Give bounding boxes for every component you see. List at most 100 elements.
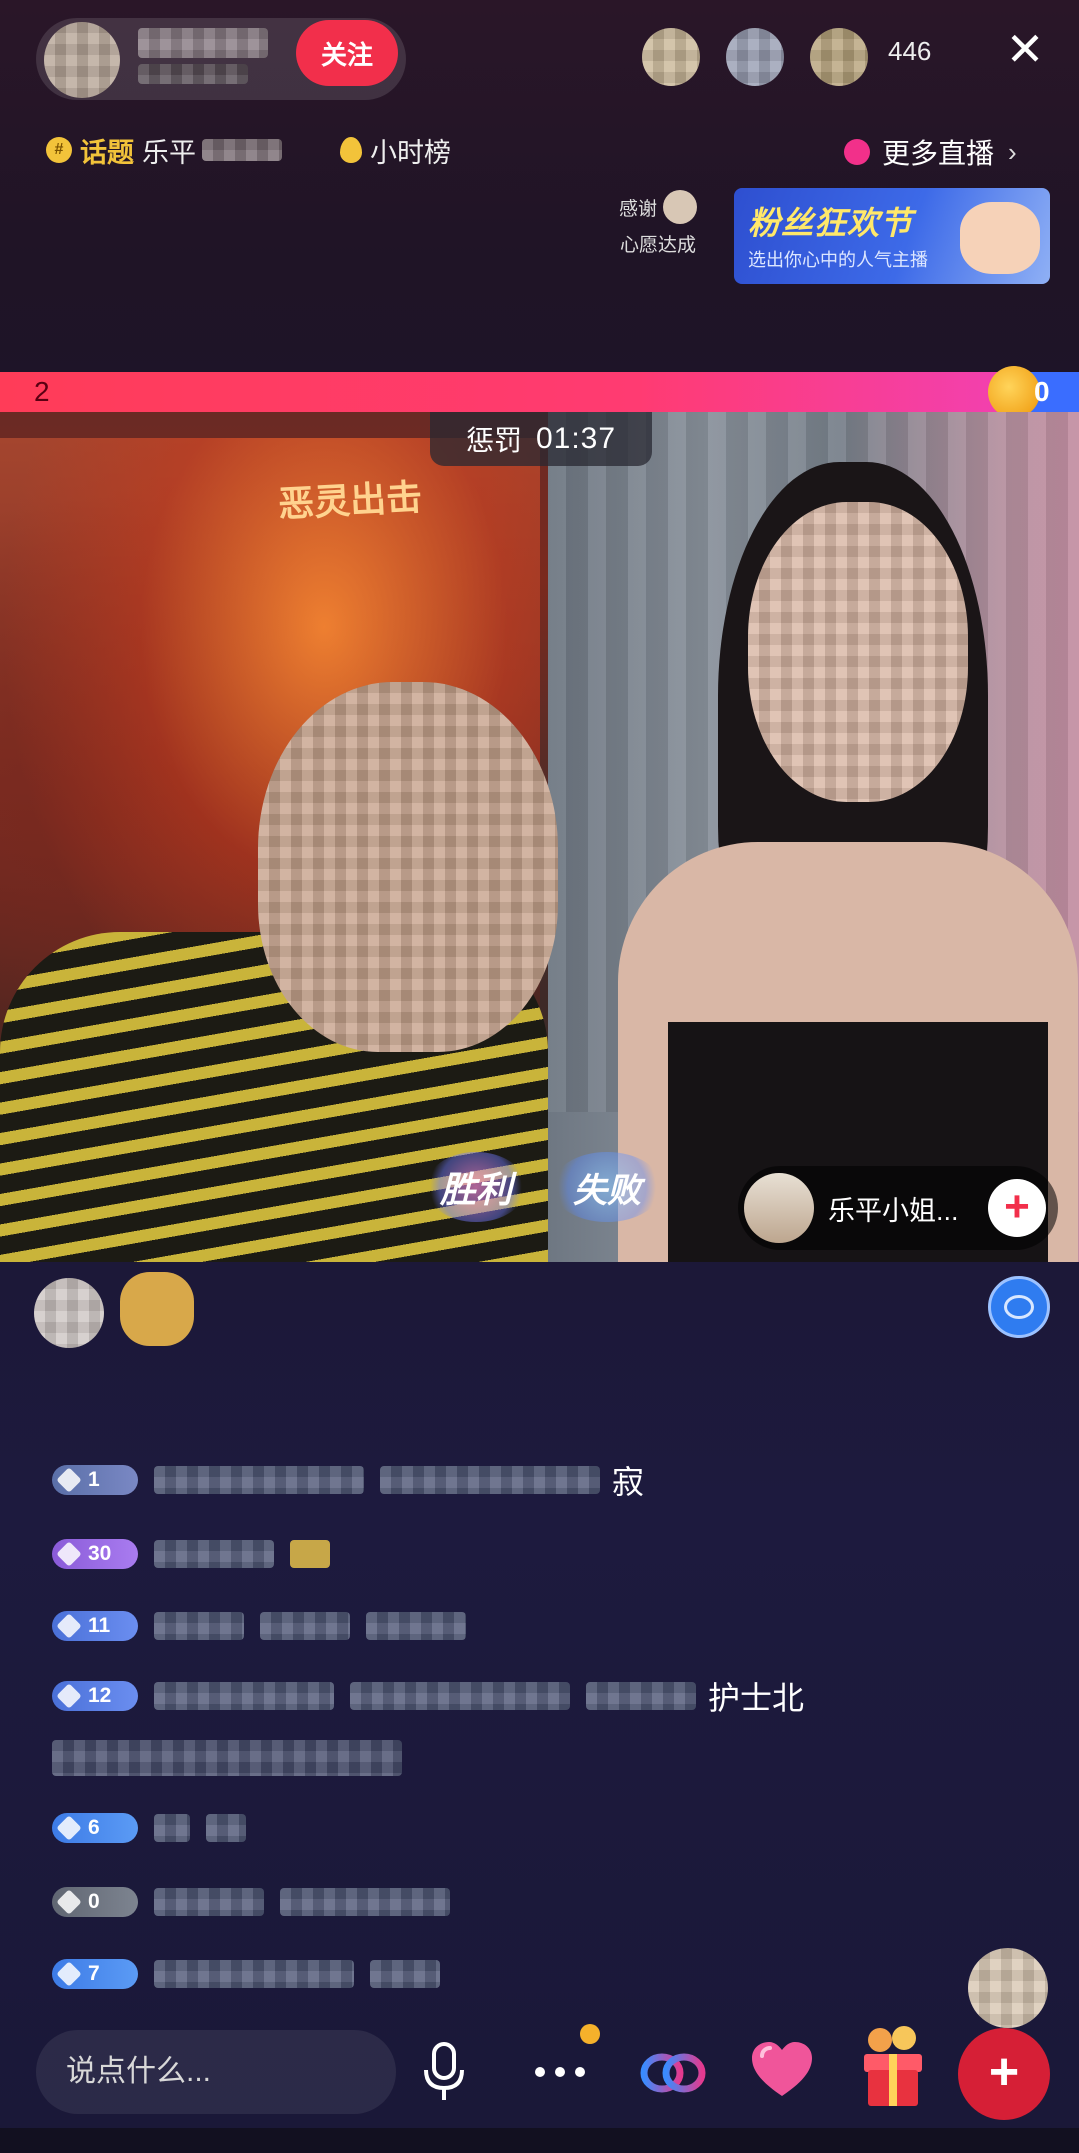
banner-title: 粉丝狂欢节 (748, 205, 914, 241)
pk-emoji-icon (988, 366, 1040, 418)
chat-content-blurred (52, 1740, 402, 1776)
lose-badge: 失败 (552, 1152, 662, 1222)
chat-username-blurred (154, 1888, 264, 1916)
chat-content: 寂 (612, 1464, 645, 1500)
heart-gift-icon[interactable] (748, 2038, 816, 2102)
level-number: 1 (88, 1468, 100, 1491)
banner-subtitle: 选出你心中的人气主播 (748, 250, 928, 270)
topic-tag[interactable]: # 话题 乐平 (46, 126, 282, 174)
level-badge: 30 (52, 1539, 138, 1569)
host-name-blurred (138, 28, 268, 58)
diamond-icon (56, 1889, 82, 1915)
follow-button[interactable]: 关注 (296, 20, 398, 86)
chat-message[interactable]: 11 (52, 1598, 466, 1654)
chat-bubble-icon (1004, 1295, 1034, 1319)
bottom-edge (0, 2128, 1079, 2153)
guest-info-pill[interactable]: 乐平小姐... + (738, 1166, 1058, 1250)
level-badge: 1 (52, 1465, 138, 1495)
level-number: 11 (88, 1614, 111, 1637)
top-contributor-avatar[interactable] (34, 1278, 104, 1348)
chat-message[interactable]: 12 护士北 (52, 1668, 804, 1724)
diamond-icon (56, 1541, 82, 1567)
top-contributor-avatar[interactable] (120, 1272, 194, 1346)
chat-content-blurred (366, 1612, 466, 1640)
host-face-pixelated (258, 682, 558, 1052)
level-number: 7 (88, 1962, 100, 1985)
hour-rank-tag[interactable]: 小时榜 (340, 126, 451, 174)
viewer-avatar[interactable] (726, 28, 784, 86)
follow-guest-button[interactable]: + (988, 1179, 1046, 1237)
wish-task-avatar (663, 190, 697, 224)
guest-face-pixelated (748, 502, 968, 802)
pk-video-area[interactable]: 恶灵出击 惩罚 01:37 胜利 失败 乐平小姐... + (0, 412, 1079, 1262)
wish-task[interactable]: 感谢 心愿达成 (598, 190, 718, 268)
host-subtitle-blurred (138, 64, 248, 84)
level-badge: 12 (52, 1681, 138, 1711)
chat-content-blurred (380, 1466, 600, 1494)
penalty-countdown: 01:37 (535, 422, 617, 455)
chat-username-blurred (154, 1612, 244, 1640)
chat-username-blurred (154, 1682, 334, 1710)
comment-input[interactable] (36, 2030, 396, 2114)
win-badge: 胜利 (426, 1152, 526, 1222)
level-badge: 6 (52, 1813, 138, 1843)
chat-content-blurred (206, 1814, 246, 1842)
viewer-avatar[interactable] (810, 28, 868, 86)
level-number: 0 (88, 1890, 100, 1913)
chat-username-blurred (154, 1814, 190, 1842)
chat-username-blurred (154, 1960, 354, 1988)
live-dot-icon (844, 139, 870, 165)
close-icon[interactable]: ✕ (1000, 24, 1050, 74)
banner-hand-illustration (960, 202, 1040, 274)
topic-text: 乐平 (142, 137, 196, 168)
wish-task-thanks: 感谢 (618, 198, 657, 220)
level-number: 30 (88, 1542, 112, 1565)
chat-emoji (290, 1540, 330, 1568)
diamond-icon (56, 1613, 82, 1639)
link-pk-icon[interactable] (636, 2044, 710, 2102)
chat-content-blurred (370, 1960, 440, 1988)
diamond-icon (56, 1961, 82, 1987)
chat-message[interactable]: 6 (52, 1800, 246, 1856)
wish-task-status: 心愿达成 (619, 235, 696, 256)
more-dots-icon[interactable] (528, 2040, 592, 2100)
fan-festival-banner[interactable]: 粉丝狂欢节 选出你心中的人气主播 (734, 188, 1050, 284)
chat-bubble-button[interactable] (988, 1276, 1050, 1338)
chat-content: 护士北 (708, 1680, 805, 1716)
diamond-icon (56, 1683, 82, 1709)
chat-content-blurred (260, 1612, 350, 1640)
chat-message[interactable]: 1 寂 (52, 1452, 644, 1508)
penalty-label: 惩罚 (465, 425, 522, 456)
level-badge: 0 (52, 1887, 138, 1917)
gift-box-icon[interactable] (858, 2024, 928, 2110)
topic-text-blurred (202, 139, 282, 161)
pk-left-score: 2 (34, 376, 50, 407)
guest-avatar[interactable] (744, 1173, 814, 1243)
chat-message[interactable]: 30 (52, 1526, 330, 1582)
add-button[interactable]: + (958, 2028, 1050, 2120)
penalty-timer: 惩罚 01:37 (430, 412, 652, 466)
chat-message[interactable]: 0 (52, 1874, 450, 1930)
viewer-avatar[interactable] (642, 28, 700, 86)
topic-label: 话题 (80, 137, 134, 168)
top-bar: 关注 446 ✕ (0, 0, 1079, 120)
hour-rank-label: 小时榜 (370, 137, 451, 168)
chat-username-blurred (154, 1540, 274, 1568)
more-live-button[interactable]: 更多直播 › (844, 130, 1017, 174)
chat-message[interactable]: 7 (52, 1946, 440, 2002)
level-number: 6 (88, 1816, 100, 1839)
topic-coin-icon: # (46, 137, 72, 163)
poster-title: 恶灵出击 (277, 476, 424, 525)
chevron-right-icon: › (1008, 136, 1017, 167)
host-avatar[interactable] (44, 22, 120, 98)
floating-user-avatar[interactable] (968, 1948, 1048, 2028)
guest-person (608, 462, 1078, 1262)
level-number: 12 (88, 1684, 112, 1707)
viewer-count[interactable]: 446 (888, 36, 931, 67)
chat-content-blurred (280, 1888, 450, 1916)
microphone-icon[interactable] (418, 2040, 470, 2106)
level-badge: 7 (52, 1959, 138, 1989)
diamond-icon (56, 1815, 82, 1841)
chat-content-blurred (350, 1682, 570, 1710)
more-live-label: 更多直播 (882, 138, 995, 169)
